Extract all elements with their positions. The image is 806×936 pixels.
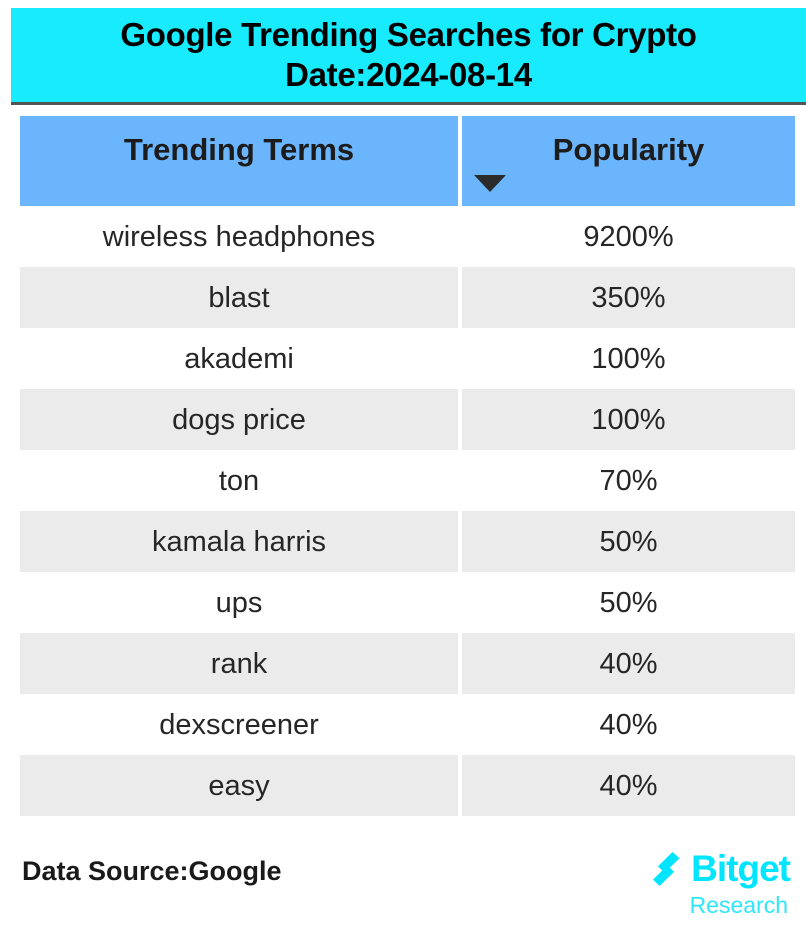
footer: Data Source:Google Bitget Research bbox=[0, 838, 806, 936]
column-header-label: Trending Terms bbox=[123, 132, 355, 167]
bitget-research-logo: Bitget Research bbox=[630, 846, 791, 924]
cell-trending-term: easy bbox=[20, 755, 458, 816]
cell-popularity: 70% bbox=[462, 450, 795, 511]
table-row[interactable]: ups 50% bbox=[20, 572, 795, 633]
table-row[interactable]: rank 40% bbox=[20, 633, 795, 694]
cell-popularity: 100% bbox=[462, 328, 795, 389]
table-row[interactable]: easy 40% bbox=[20, 755, 795, 816]
cell-trending-term: rank bbox=[20, 633, 458, 694]
table-row[interactable]: dexscreener 40% bbox=[20, 694, 795, 755]
cell-trending-term: kamala harris bbox=[20, 511, 458, 572]
cell-popularity: 40% bbox=[462, 694, 795, 755]
table-header-row: Trending Terms Popularity bbox=[20, 116, 795, 206]
cell-popularity: 40% bbox=[462, 633, 795, 694]
cell-popularity: 50% bbox=[462, 572, 795, 633]
table-row[interactable]: ton 70% bbox=[20, 450, 795, 511]
cell-trending-term: wireless headphones bbox=[20, 206, 458, 267]
data-source-label: Data Source:Google bbox=[22, 856, 282, 886]
cell-popularity: 100% bbox=[462, 389, 795, 450]
cell-trending-term: ups bbox=[20, 572, 458, 633]
page-title-line-1: Google Trending Searches for Crypto bbox=[120, 16, 697, 53]
title-banner: Google Trending Searches for Crypto Date… bbox=[11, 8, 806, 105]
table-row[interactable]: blast 350% bbox=[20, 267, 795, 328]
table-row[interactable]: dogs price 100% bbox=[20, 389, 795, 450]
cell-popularity: 40% bbox=[462, 755, 795, 816]
column-header-trending-terms[interactable]: Trending Terms bbox=[20, 116, 458, 206]
table-row[interactable]: wireless headphones 9200% bbox=[20, 206, 795, 267]
table-body: wireless headphones 9200% blast 350% aka… bbox=[20, 206, 795, 816]
table-row[interactable]: kamala harris 50% bbox=[20, 511, 795, 572]
page-title-line-2: Date:2024-08-14 bbox=[285, 56, 532, 93]
cell-trending-term: akademi bbox=[20, 328, 458, 389]
brand-lockup: Bitget bbox=[630, 846, 791, 892]
brand-name: Bitget bbox=[691, 848, 791, 889]
cell-popularity: 50% bbox=[462, 511, 795, 572]
table-row[interactable]: akademi 100% bbox=[20, 328, 795, 389]
cell-trending-term: dexscreener bbox=[20, 694, 458, 755]
cell-trending-term: dogs price bbox=[20, 389, 458, 450]
cell-popularity: 9200% bbox=[462, 206, 795, 267]
column-header-label: Popularity bbox=[552, 132, 705, 167]
column-header-popularity[interactable]: Popularity bbox=[462, 116, 795, 206]
brand-subtitle: Research bbox=[689, 892, 788, 918]
cell-trending-term: ton bbox=[20, 450, 458, 511]
trending-searches-table: Trending Terms Popularity wireless headp… bbox=[20, 116, 795, 816]
cell-popularity: 350% bbox=[462, 267, 795, 328]
cell-trending-term: blast bbox=[20, 267, 458, 328]
caret-down-icon[interactable] bbox=[474, 175, 506, 192]
bitget-chevron-logo-icon bbox=[653, 852, 680, 886]
